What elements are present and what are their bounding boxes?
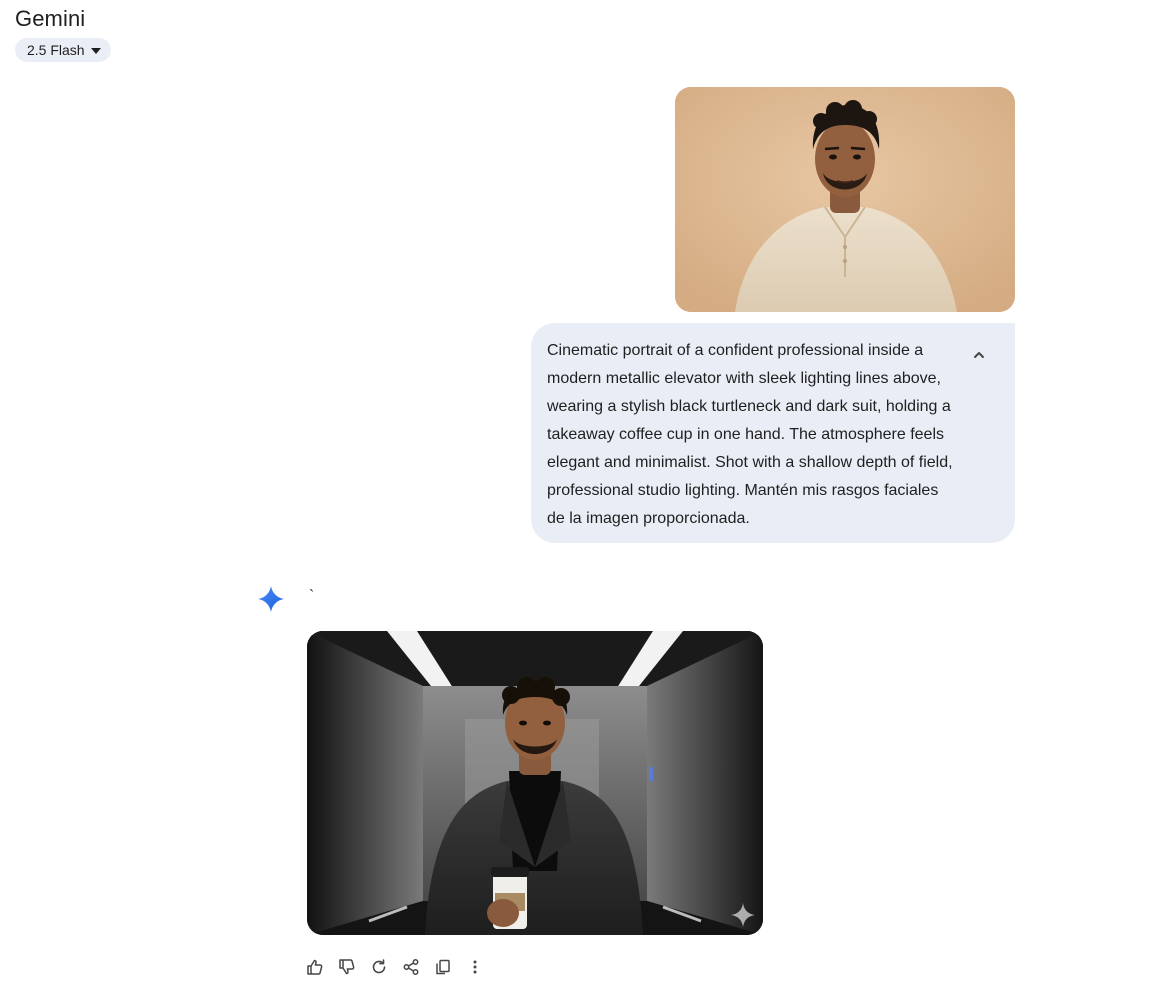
chevron-up-icon (974, 352, 984, 358)
app-title: Gemini (15, 6, 86, 31)
thumb-down-icon (339, 959, 355, 975)
copy-icon (436, 959, 450, 975)
bad-response-button[interactable] (337, 955, 357, 979)
regenerate-button[interactable] (369, 955, 389, 979)
collapse-prompt-button[interactable] (967, 343, 991, 367)
more-vert-icon (473, 960, 477, 974)
uploaded-image[interactable] (675, 87, 1015, 312)
user-prompt-text: Cinematic portrait of a confident profes… (547, 342, 953, 527)
share-icon (403, 959, 419, 975)
share-button[interactable] (401, 955, 421, 979)
generated-image[interactable] (307, 631, 763, 935)
response-action-bar (305, 955, 485, 979)
copy-button[interactable] (433, 955, 453, 979)
dropdown-caret-icon (90, 47, 101, 54)
good-response-button[interactable] (305, 955, 325, 979)
model-label: 2.5 Flash (27, 42, 85, 58)
generated-elevator-portrait (307, 631, 763, 935)
model-selector[interactable]: 2.5 Flash (15, 38, 111, 62)
response-text: ` (309, 588, 315, 605)
gemini-spark-icon (258, 586, 284, 612)
more-options-button[interactable] (465, 955, 485, 979)
user-prompt-bubble: Cinematic portrait of a confident profes… (531, 323, 1015, 543)
uploaded-portrait-illustration (675, 87, 1015, 312)
thumb-up-icon (307, 959, 323, 975)
regenerate-icon (372, 959, 386, 974)
